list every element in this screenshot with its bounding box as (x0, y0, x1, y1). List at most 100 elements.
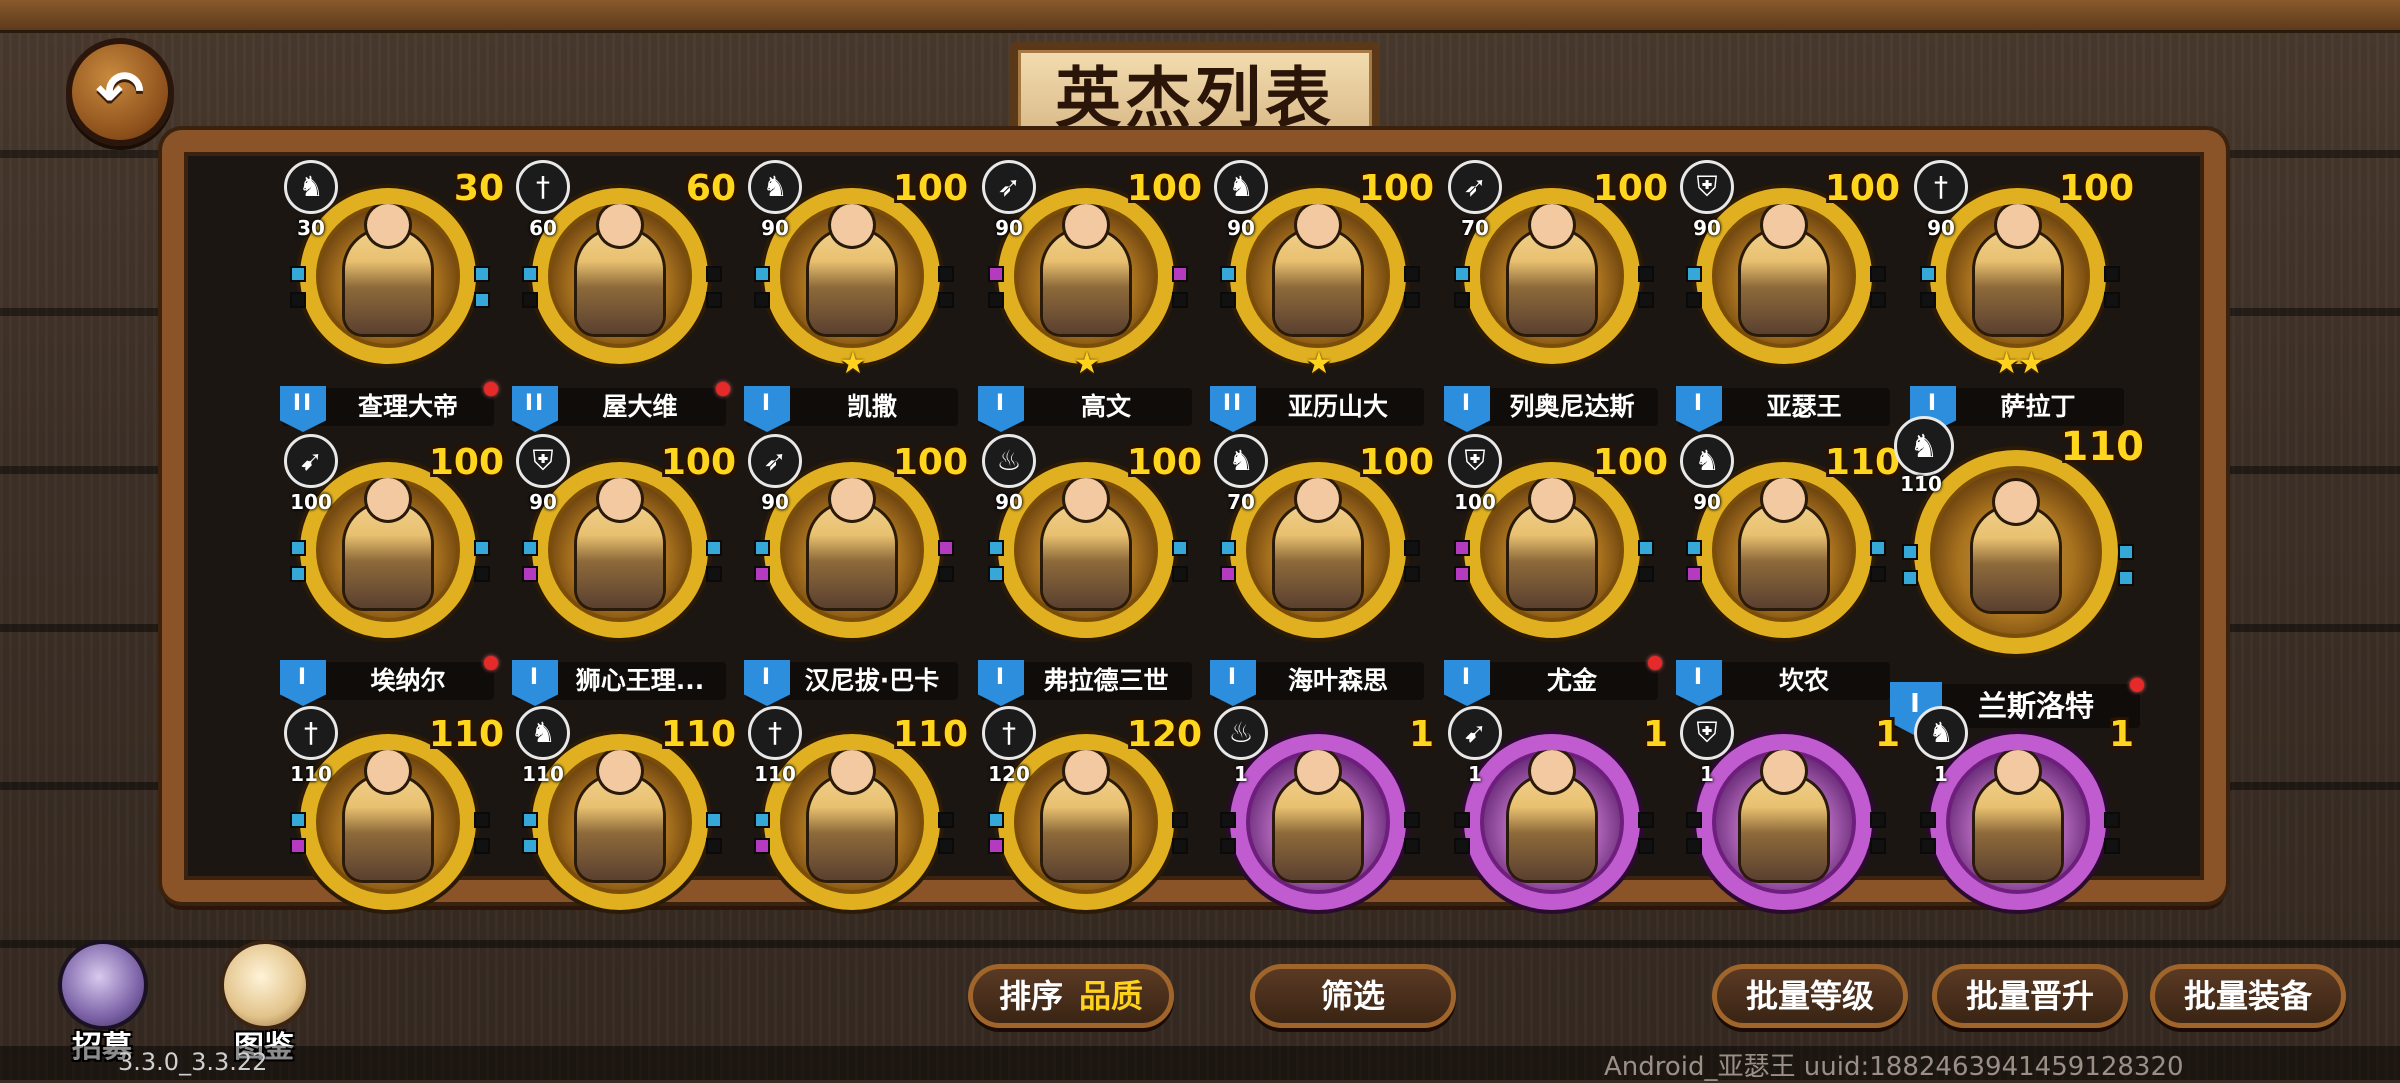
class-level: 90 (995, 490, 1023, 514)
gem-slots-left (290, 812, 306, 864)
hero-portrait (300, 462, 476, 638)
hero-name-bar: I 亚瑟王 (1676, 386, 1890, 432)
class-level: 120 (988, 762, 1030, 786)
gem-slot (1920, 292, 1936, 308)
hero-card[interactable]: ⛨ 1 1 (1678, 704, 1908, 974)
hero-level: 100 (1126, 442, 1202, 483)
gem-slots-right (2104, 266, 2120, 318)
rank-badge: I (744, 386, 790, 432)
hero-level: 110 (660, 714, 736, 755)
hero-name: 列奥尼达斯 (1509, 392, 1635, 421)
gem-slot (1454, 566, 1470, 582)
hero-level: 1 (1408, 714, 1434, 755)
hero-figure (1975, 204, 2061, 334)
sort-button[interactable]: 排序 品质 (968, 964, 1174, 1028)
hero-name: 狮心王理... (575, 666, 705, 695)
hero-card[interactable]: ♞ 70 100 I 海叶森思 (1210, 432, 1442, 706)
hero-card[interactable]: † 120 120 (980, 704, 1210, 974)
hero-card[interactable]: ➶ 90 100 ★ I 高文 (978, 158, 1210, 432)
fire-icon: ♨ (1214, 706, 1268, 760)
gem-slot (1172, 540, 1188, 556)
gem-slots-right (474, 812, 490, 864)
gem-slots-right (1172, 266, 1188, 318)
hero-figure (1741, 204, 1827, 334)
class-level: 1 (1234, 762, 1248, 786)
gem-slot (1404, 566, 1420, 582)
gem-slot (290, 292, 306, 308)
filter-button[interactable]: 筛选 (1250, 964, 1456, 1028)
notification-dot (2130, 678, 2144, 692)
hero-card[interactable]: ⛨ 90 100 I 亚瑟王 (1676, 158, 1908, 432)
star-rating: ★★ (1993, 346, 2045, 381)
gem-slot (474, 838, 490, 854)
batch-level-label: 批量等级 (1745, 977, 1874, 1015)
star-rating: ★ (1305, 346, 1333, 381)
gem-slot (290, 838, 306, 854)
hero-level: 100 (2058, 168, 2134, 209)
class-level: 1 (1468, 762, 1482, 786)
hero-level: 100 (428, 442, 504, 483)
cavalry-icon: ♞ (516, 706, 570, 760)
hero-card[interactable]: † 90 100 ★★ I 萨拉丁 (1910, 158, 2142, 432)
hero-name: 屋大维 (602, 392, 678, 421)
gem-slots-right (1404, 266, 1420, 318)
hero-card[interactable]: ♞ 30 30 II 查理大帝 (280, 158, 512, 432)
bow-icon: ➹ (284, 434, 338, 488)
spear-icon: ➶ (1448, 160, 1502, 214)
hero-portrait (1230, 734, 1406, 910)
gem-slots-left (290, 540, 306, 592)
hero-card[interactable]: ♞ 90 110 I 坎农 (1676, 432, 1908, 706)
back-button[interactable]: ↶ (66, 38, 174, 146)
notification-dot (716, 382, 730, 396)
gem-slot (1870, 838, 1886, 854)
gem-slot (988, 812, 1004, 828)
hero-card[interactable]: † 110 110 (746, 704, 976, 974)
hero-figure (577, 204, 663, 334)
hero-card[interactable]: ➹ 100 100 I 埃纳尔 (280, 432, 512, 706)
gem-slot (522, 812, 538, 828)
hero-name: 埃纳尔 (370, 666, 446, 695)
hero-figure (809, 204, 895, 334)
batch-equip-button[interactable]: 批量装备 (2150, 964, 2346, 1028)
hero-card[interactable]: † 60 60 II 屋大维 (512, 158, 744, 432)
gem-slot (2104, 838, 2120, 854)
batch-level-button[interactable]: 批量等级 (1712, 964, 1908, 1028)
hero-card[interactable]: ⛨ 100 100 I 尤金 (1444, 432, 1676, 706)
top-beam (0, 0, 2400, 33)
hero-card[interactable]: ♞ 1 1 (1912, 704, 2142, 974)
gem-slot (1870, 266, 1886, 282)
hero-card[interactable]: ➶ 70 100 I 列奥尼达斯 (1444, 158, 1676, 432)
hero-name-bar: I 高文 (978, 386, 1192, 432)
hero-card[interactable]: ♞ 110 110 I 兰斯洛特 (1890, 414, 2152, 736)
hero-portrait (764, 188, 940, 364)
gem-slots-right (1172, 540, 1188, 592)
batch-promote-button[interactable]: 批量晋升 (1932, 964, 2128, 1028)
hero-card[interactable]: † 110 110 (282, 704, 512, 974)
hero-portrait (764, 734, 940, 910)
class-level: 90 (761, 490, 789, 514)
hero-portrait (1230, 462, 1406, 638)
hero-portrait (998, 734, 1174, 910)
gem-slot (988, 266, 1004, 282)
rank-badge: I (744, 660, 790, 706)
hero-card[interactable]: ♨ 90 100 I 弗拉德三世 (978, 432, 1210, 706)
gem-slots-left (1220, 266, 1236, 318)
cavalry-icon: ♞ (1894, 416, 1954, 476)
hero-portrait (764, 462, 940, 638)
gem-slot (1638, 566, 1654, 582)
gem-slot (1220, 292, 1236, 308)
hero-card[interactable]: ➹ 1 1 (1446, 704, 1676, 974)
hero-card[interactable]: ♞ 90 100 ★ I 凯撒 (744, 158, 976, 432)
rank-badge: II (280, 386, 326, 432)
gem-slots-right (1638, 266, 1654, 318)
hero-card[interactable]: ♞ 90 100 ★ II 亚历山大 (1210, 158, 1442, 432)
hero-card[interactable]: ➶ 90 100 I 汉尼拔·巴卡 (744, 432, 976, 706)
hero-figure (1043, 478, 1129, 608)
hero-card[interactable]: ⛨ 90 100 I 狮心王理... (512, 432, 744, 706)
gem-slot (1686, 812, 1702, 828)
gem-slot (1172, 266, 1188, 282)
gem-slot (1454, 292, 1470, 308)
hero-card[interactable]: ♨ 1 1 (1212, 704, 1442, 974)
hero-card[interactable]: ♞ 110 110 (514, 704, 744, 974)
gem-slots-right (1870, 540, 1886, 592)
